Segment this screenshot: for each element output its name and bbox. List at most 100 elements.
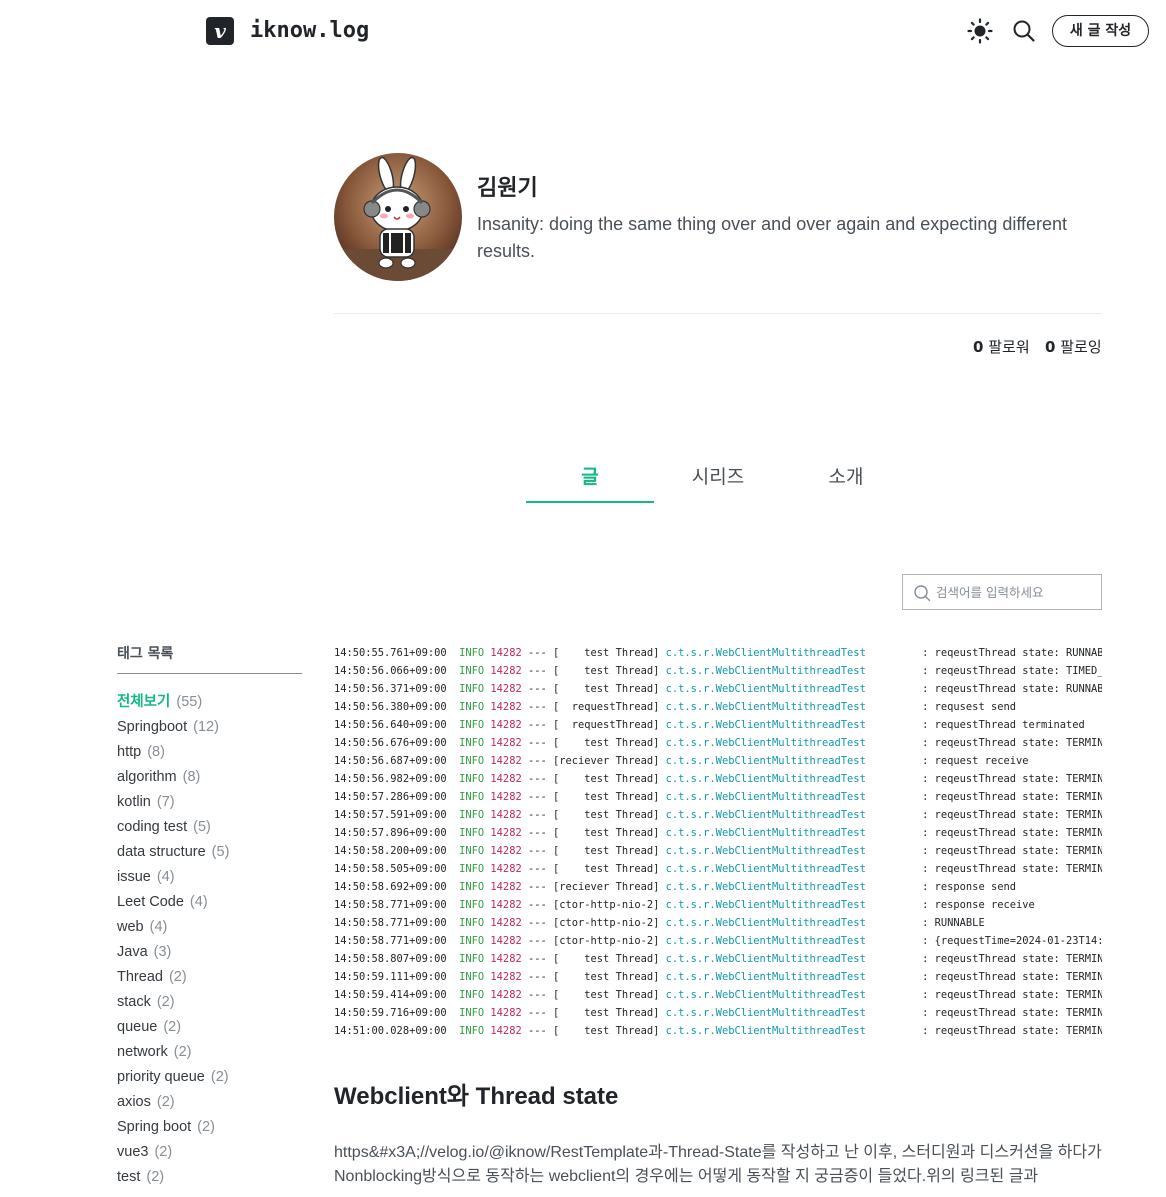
tab-about[interactable]: 소개 — [782, 462, 910, 504]
profile-description: Insanity: doing the same thing over and … — [477, 214, 1068, 261]
log-message: : reqeustThread state: RUNNABLE — [922, 647, 1102, 659]
log-separator: --- — [527, 863, 547, 875]
log-pid: 14282 — [490, 1007, 522, 1019]
log-thread: [ test Thread] — [553, 683, 660, 695]
log-pid: 14282 — [490, 827, 522, 839]
tag-item[interactable]: 전체보기 (55) — [117, 690, 229, 715]
log-pid: 14282 — [490, 665, 522, 677]
log-separator: --- — [527, 791, 547, 803]
log-class: c.t.s.r.WebClientMultithreadTest — [665, 791, 866, 803]
tag-item[interactable]: Springboot (12) — [117, 715, 229, 740]
tag-item[interactable]: test (2) — [117, 1165, 229, 1190]
tag-count: (2) — [168, 969, 187, 985]
log-class: c.t.s.r.WebClientMultithreadTest — [665, 647, 866, 659]
log-thread: [reciever Thread] — [553, 881, 660, 893]
post-search-input[interactable] — [936, 581, 1096, 603]
log-time: 14:50:56.640+09:00 — [334, 719, 447, 731]
tag-name: network — [117, 1044, 168, 1060]
log-line: 14:50:58.771+09:00 INFO 14282 --- [ctor-… — [334, 896, 1102, 914]
tag-item[interactable]: coding test (5) — [117, 815, 229, 840]
log-class: c.t.s.r.WebClientMultithreadTest — [665, 737, 866, 749]
post-summary[interactable]: https&#x3A;//velog.io/@iknow/RestTemplat… — [334, 1141, 1102, 1189]
log-separator: --- — [527, 719, 547, 731]
log-class: c.t.s.r.WebClientMultithreadTest — [665, 755, 866, 767]
tag-item[interactable]: priority queue (2) — [117, 1065, 229, 1090]
tag-item[interactable]: data structure (5) — [117, 840, 229, 865]
sun-icon — [967, 18, 993, 44]
tag-item[interactable]: axios (2) — [117, 1090, 229, 1115]
log-thread: [ test Thread] — [553, 665, 660, 677]
log-thread: [ test Thread] — [553, 773, 660, 785]
log-class: c.t.s.r.WebClientMultithreadTest — [665, 1025, 866, 1037]
tag-item[interactable]: algorithm (8) — [117, 765, 229, 790]
tag-name: priority queue — [117, 1069, 205, 1085]
tag-count: (2) — [156, 994, 175, 1010]
tag-item[interactable]: Spring boot (2) — [117, 1115, 229, 1140]
log-class: c.t.s.r.WebClientMultithreadTest — [665, 917, 866, 929]
tag-item[interactable]: vue3 (2) — [117, 1140, 229, 1165]
tag-item[interactable]: web (4) — [117, 915, 229, 940]
tag-count: (2) — [146, 1169, 165, 1185]
tag-item[interactable]: kotlin (7) — [117, 790, 229, 815]
log-line: 14:50:57.286+09:00 INFO 14282 --- [ test… — [334, 788, 1102, 806]
tag-name: 전체보기 — [117, 694, 171, 710]
log-line: 14:50:56.640+09:00 INFO 14282 --- [ requ… — [334, 716, 1102, 734]
log-message: : requestThread terminated — [922, 719, 1085, 731]
tab-series[interactable]: 시리즈 — [654, 462, 782, 504]
tag-item[interactable]: http (8) — [117, 740, 229, 765]
log-time: 14:50:56.066+09:00 — [334, 665, 447, 677]
log-separator: --- — [527, 647, 547, 659]
tag-item[interactable]: Leet Code (4) — [117, 890, 229, 915]
log-time: 14:50:58.807+09:00 — [334, 953, 447, 965]
log-line: 14:50:59.111+09:00 INFO 14282 --- [ test… — [334, 968, 1102, 986]
tag-item[interactable]: issue (4) — [117, 865, 229, 890]
write-post-button[interactable]: 새 글 작성 — [1052, 15, 1149, 47]
log-time: 14:50:56.982+09:00 — [334, 773, 447, 785]
tag-count: (2) — [163, 1019, 182, 1035]
log-class: c.t.s.r.WebClientMultithreadTest — [665, 719, 866, 731]
log-pid: 14282 — [490, 935, 522, 947]
log-pid: 14282 — [490, 845, 522, 857]
post-thumbnail-log[interactable]: 14:50:55.761+09:00 INFO 14282 --- [ test… — [334, 644, 1102, 1040]
tag-item[interactable]: Java (3) — [117, 940, 229, 965]
header-search-button[interactable] — [1011, 18, 1037, 44]
post-title[interactable]: Webclient와 Thread state — [334, 1080, 618, 1114]
following-count: 0 — [1045, 338, 1056, 356]
log-level: INFO — [459, 809, 485, 821]
log-pid: 14282 — [490, 881, 522, 893]
tag-name: kotlin — [117, 794, 151, 810]
log-time: 14:50:59.111+09:00 — [334, 971, 447, 983]
theme-toggle-button[interactable] — [966, 17, 994, 45]
tag-list-divider — [117, 673, 302, 674]
log-pid: 14282 — [490, 683, 522, 695]
followers-link[interactable]: 0 팔로워 — [973, 336, 1030, 358]
post-search-box[interactable] — [902, 574, 1102, 610]
log-pid: 14282 — [490, 701, 522, 713]
tag-name: coding test — [117, 819, 188, 835]
tag-item[interactable]: Thread (2) — [117, 965, 229, 990]
tag-item[interactable]: network (2) — [117, 1040, 229, 1065]
tag-count: (2) — [197, 1119, 215, 1135]
tag-name: axios — [117, 1094, 151, 1110]
log-thread: [ test Thread] — [553, 647, 660, 659]
log-time: 14:50:59.716+09:00 — [334, 1007, 447, 1019]
log-pid: 14282 — [490, 647, 522, 659]
log-thread: [ test Thread] — [553, 1025, 660, 1037]
tab-posts[interactable]: 글 — [526, 462, 654, 504]
blog-name-link[interactable]: iknow.log — [250, 16, 369, 46]
following-label: 팔로잉 — [1060, 338, 1102, 356]
tag-name: Spring boot — [117, 1119, 192, 1135]
log-thread: [ctor-http-nio-2] — [553, 935, 660, 947]
log-separator: --- — [527, 773, 547, 785]
log-separator: --- — [527, 737, 547, 749]
log-thread: [ test Thread] — [553, 971, 660, 983]
log-time: 14:50:59.414+09:00 — [334, 989, 447, 1001]
log-level: INFO — [459, 971, 485, 983]
tag-item[interactable]: stack (2) — [117, 990, 229, 1015]
tag-name: Java — [117, 944, 148, 960]
log-level: INFO — [459, 1007, 485, 1019]
following-link[interactable]: 0 팔로잉 — [1045, 336, 1102, 358]
velog-logo[interactable]: v — [206, 17, 234, 45]
tag-item[interactable]: queue (2) — [117, 1015, 229, 1040]
log-level: INFO — [459, 665, 485, 677]
